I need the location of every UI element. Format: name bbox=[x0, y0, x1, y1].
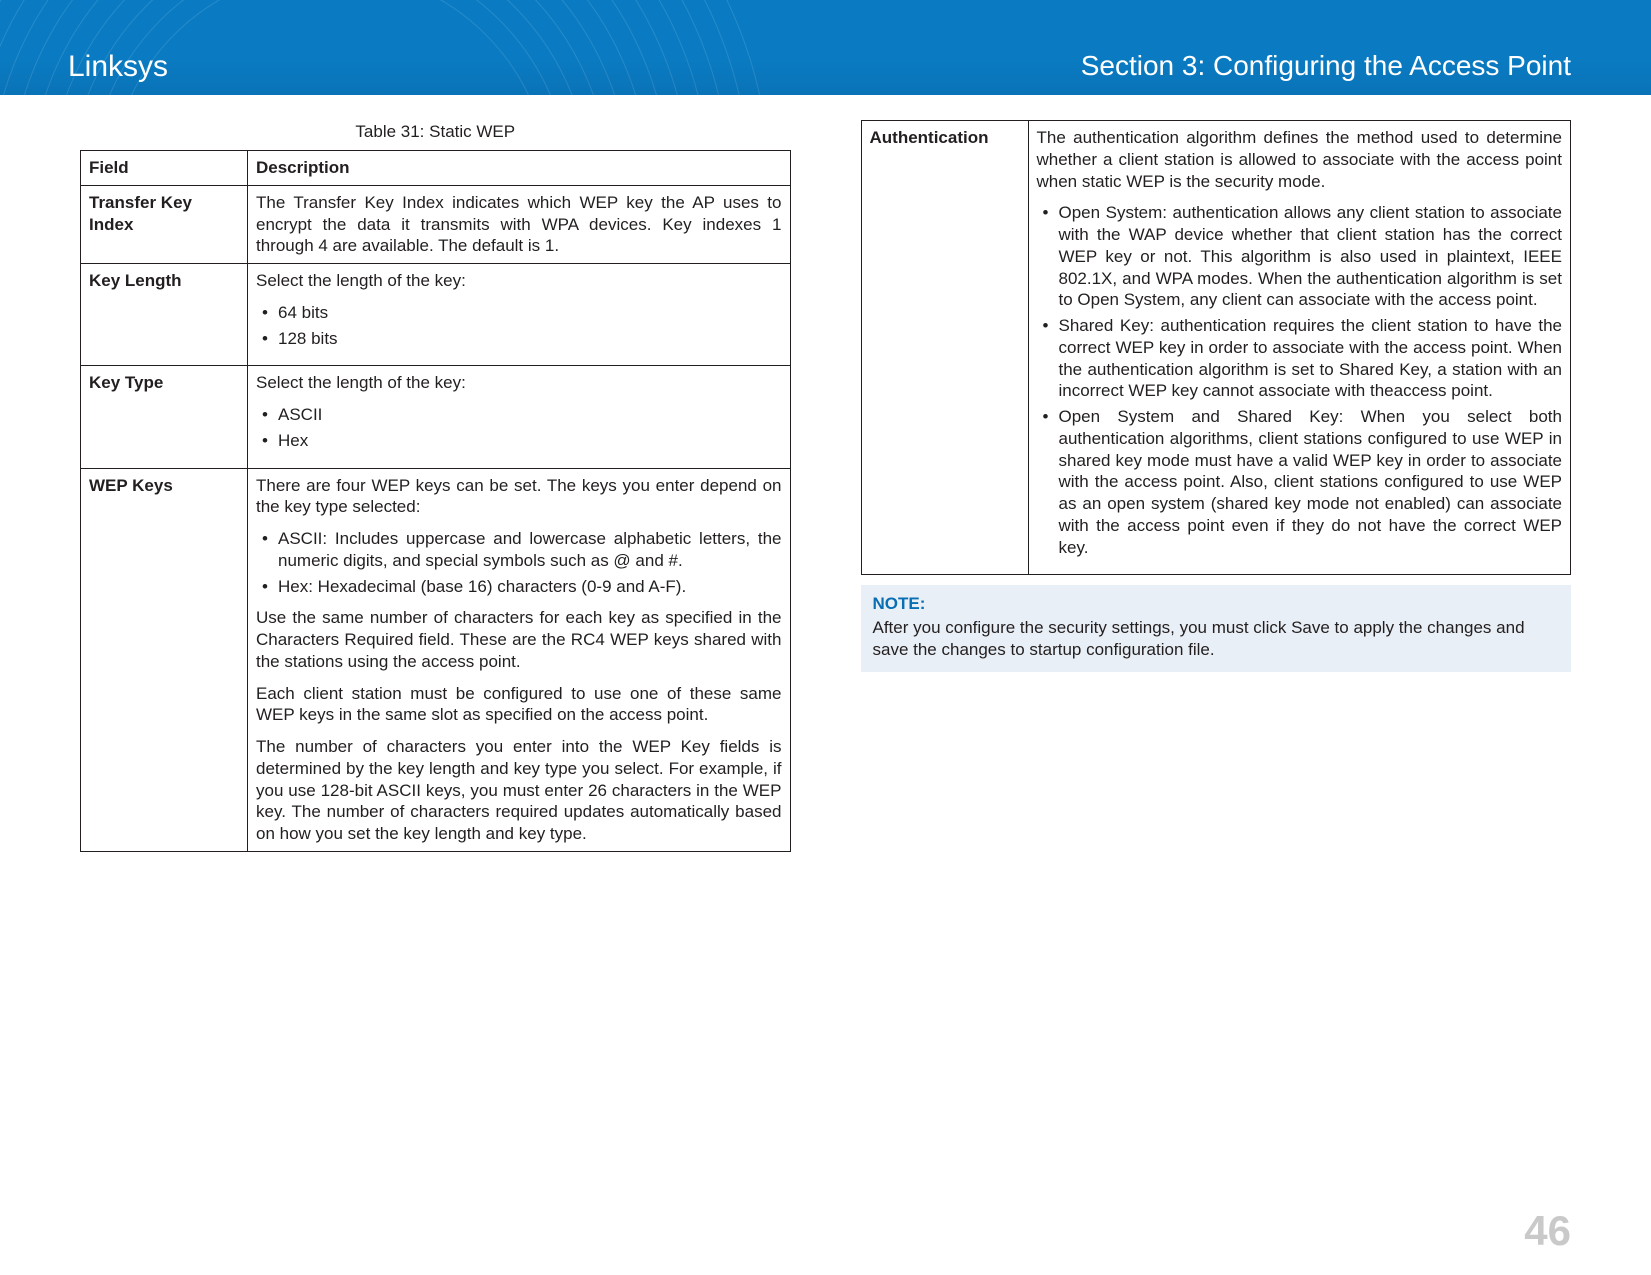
field-name: Authentication bbox=[861, 121, 1028, 575]
table-row: Authentication The authentication algori… bbox=[861, 121, 1571, 575]
table-header-row: Field Description bbox=[81, 151, 791, 186]
static-wep-table-continued: Authentication The authentication algori… bbox=[861, 120, 1572, 575]
page-body: Table 31: Static WEP Field Description T… bbox=[80, 120, 1571, 1220]
list-item: Open System and Shared Key: When you sel… bbox=[1059, 406, 1563, 558]
bullet-list: 64 bits 128 bits bbox=[256, 302, 782, 350]
field-name: Transfer Key Index bbox=[81, 185, 248, 263]
list-item: Hex: Hexadecimal (base 16) characters (0… bbox=[278, 576, 782, 598]
static-wep-table: Field Description Transfer Key Index The… bbox=[80, 150, 791, 852]
page-number: 46 bbox=[1524, 1207, 1571, 1255]
table-caption: Table 31: Static WEP bbox=[80, 122, 791, 142]
list-item: Hex bbox=[278, 430, 782, 452]
list-item: ASCII: Includes uppercase and lowercase … bbox=[278, 528, 782, 572]
desc-intro: Select the length of the key: bbox=[256, 270, 782, 292]
desc-para: The Transfer Key Index indicates which W… bbox=[256, 192, 782, 257]
field-name: Key Type bbox=[81, 366, 248, 468]
field-description: The Transfer Key Index indicates which W… bbox=[248, 185, 791, 263]
list-item: 128 bits bbox=[278, 328, 782, 350]
table-row: Transfer Key Index The Transfer Key Inde… bbox=[81, 185, 791, 263]
page-header: Linksys Section 3: Configuring the Acces… bbox=[0, 0, 1651, 95]
bullet-list: ASCII Hex bbox=[256, 404, 782, 452]
list-item: Open System: authentication allows any c… bbox=[1059, 202, 1563, 311]
table-row: Key Length Select the length of the key:… bbox=[81, 264, 791, 366]
list-item: Shared Key: authentication requires the … bbox=[1059, 315, 1563, 402]
field-name: WEP Keys bbox=[81, 468, 248, 851]
list-item: ASCII bbox=[278, 404, 782, 426]
bullet-list: Open System: authentication allows any c… bbox=[1037, 202, 1563, 558]
desc-intro: The authentication algorithm defines the… bbox=[1037, 127, 1563, 192]
desc-para: Use the same number of characters for ea… bbox=[256, 607, 782, 672]
desc-intro: There are four WEP keys can be set. The … bbox=[256, 475, 782, 519]
field-description: There are four WEP keys can be set. The … bbox=[248, 468, 791, 851]
note-body: After you configure the security setting… bbox=[873, 617, 1560, 661]
brand-logo: Linksys bbox=[68, 50, 168, 84]
section-title: Section 3: Configuring the Access Point bbox=[1081, 50, 1571, 82]
right-column: Authentication The authentication algori… bbox=[861, 120, 1572, 1220]
th-description: Description bbox=[248, 151, 791, 186]
desc-para: The number of characters you enter into … bbox=[256, 736, 782, 845]
desc-para: Each client station must be configured t… bbox=[256, 683, 782, 727]
note-title: NOTE: bbox=[873, 593, 1560, 615]
desc-intro: Select the length of the key: bbox=[256, 372, 782, 394]
field-description: The authentication algorithm defines the… bbox=[1028, 121, 1571, 575]
bullet-list: ASCII: Includes uppercase and lowercase … bbox=[256, 528, 782, 597]
field-description: Select the length of the key: 64 bits 12… bbox=[248, 264, 791, 366]
note-box: NOTE: After you configure the security s… bbox=[861, 585, 1572, 671]
field-description: Select the length of the key: ASCII Hex bbox=[248, 366, 791, 468]
field-name: Key Length bbox=[81, 264, 248, 366]
th-field: Field bbox=[81, 151, 248, 186]
table-row: Key Type Select the length of the key: A… bbox=[81, 366, 791, 468]
left-column: Table 31: Static WEP Field Description T… bbox=[80, 120, 791, 1220]
table-row: WEP Keys There are four WEP keys can be … bbox=[81, 468, 791, 851]
list-item: 64 bits bbox=[278, 302, 782, 324]
